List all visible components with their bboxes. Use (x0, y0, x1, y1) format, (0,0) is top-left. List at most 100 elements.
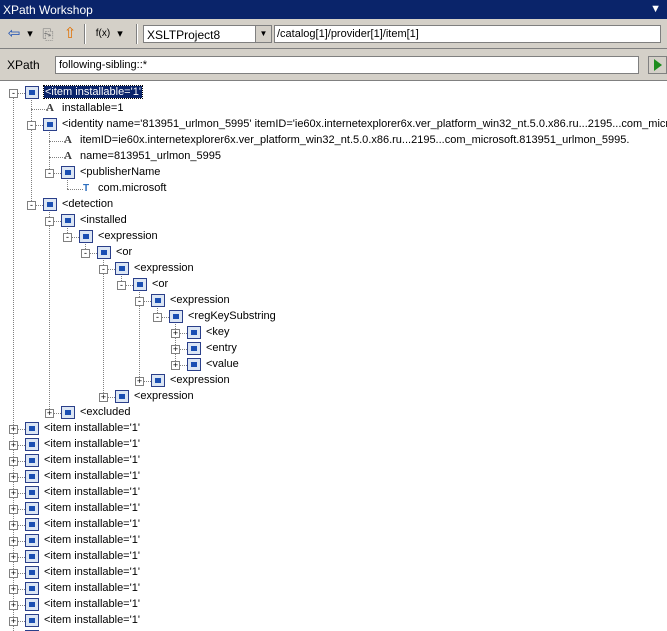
element-icon (151, 374, 165, 387)
tree-node[interactable]: - <identity name='813951_urlmon_5995' ite… (0, 117, 667, 133)
expand-icon[interactable]: + (99, 393, 108, 402)
expand-icon[interactable]: + (9, 553, 18, 562)
tree-node[interactable]: - <or (0, 245, 667, 261)
xpath-label: XPath (7, 58, 40, 72)
element-icon (187, 358, 201, 371)
tree-node[interactable]: + <excluded (0, 405, 667, 421)
expand-icon[interactable]: + (9, 473, 18, 482)
tree-node[interactable]: + <key (0, 325, 667, 341)
back-icon[interactable]: ⇦ (3, 25, 25, 43)
tree-node[interactable]: Tcom.microsoft (0, 181, 667, 197)
expand-icon[interactable]: + (9, 521, 18, 530)
tree-node[interactable]: - <expression (0, 229, 667, 245)
project-select[interactable]: XSLTProject8 ▼ (143, 25, 272, 43)
expand-icon[interactable]: + (9, 537, 18, 546)
expand-icon[interactable]: + (171, 329, 180, 338)
tree-node[interactable]: - <publisherName (0, 165, 667, 181)
collapse-icon[interactable]: - (9, 89, 18, 98)
expand-icon[interactable]: + (9, 601, 18, 610)
pin-icon[interactable]: ▼ (650, 3, 661, 15)
collapse-icon[interactable]: - (45, 217, 54, 226)
tree-node-label: <expression (134, 390, 194, 402)
tree-node[interactable]: + <expression (0, 373, 667, 389)
collapse-icon[interactable]: - (27, 121, 36, 130)
tree-node-label: <item installable='1' (44, 598, 140, 610)
collapse-icon[interactable]: - (117, 281, 126, 290)
tree-node-label: <or (116, 246, 133, 258)
collapse-icon[interactable]: - (27, 201, 36, 210)
tree-node-label: itemID=ie60x.internetexplorer6x.ver_plat… (80, 134, 630, 146)
up-icon[interactable]: ⇧ (60, 25, 80, 43)
tree-node[interactable]: + <item installable='1' (0, 613, 667, 629)
tree-node[interactable]: - <installed (0, 213, 667, 229)
tree-node[interactable]: + <item installable='1' (0, 549, 667, 565)
tree-node-label: <item installable='1' (44, 534, 140, 546)
tree-node[interactable]: + <item installable='1' (0, 501, 667, 517)
tree-node[interactable]: + <item installable='1' (0, 453, 667, 469)
tree-node[interactable]: + <item installable='1' (0, 565, 667, 581)
tree-node[interactable]: - <item installable='1' (0, 85, 667, 101)
dropdown-icon[interactable]: ▾ (25, 25, 35, 43)
expand-icon[interactable]: + (9, 585, 18, 594)
window-title: XPath Workshop (3, 3, 93, 17)
function-button[interactable]: f(x) (92, 25, 114, 43)
collapse-icon[interactable]: - (135, 297, 144, 306)
expand-icon[interactable]: + (9, 569, 18, 578)
tree-node-label: <item installable='1' (44, 486, 140, 498)
element-icon (43, 118, 57, 131)
expand-icon[interactable]: + (9, 457, 18, 466)
tree-node[interactable]: + <item installable='1' (0, 517, 667, 533)
tree-node-label: <item installable='1' (44, 582, 140, 594)
expand-icon[interactable]: + (171, 361, 180, 370)
collapse-icon[interactable]: - (99, 265, 108, 274)
tree-node-label: <item installable='1' (44, 422, 140, 434)
tree-node[interactable]: + <item installable='1' (0, 437, 667, 453)
collapse-icon[interactable]: - (45, 169, 54, 178)
tree-node-label: <publisherName (80, 166, 161, 178)
tree-node[interactable]: Ainstallable=1 (0, 101, 667, 117)
tree-node[interactable]: - <detection (0, 197, 667, 213)
tree-node-label: <entry (206, 342, 237, 354)
tree-node[interactable]: + <item installable='1' (0, 597, 667, 613)
chevron-down-icon[interactable]: ▼ (255, 26, 271, 42)
tree-node[interactable]: + <item installable='1' (0, 581, 667, 597)
element-icon (25, 566, 39, 579)
tree-node[interactable]: + <expression (0, 389, 667, 405)
tree-node[interactable]: + <entry (0, 341, 667, 357)
collapse-icon[interactable]: - (81, 249, 90, 258)
element-icon (61, 166, 75, 179)
tree-node[interactable]: + <item installable='1' (0, 469, 667, 485)
element-icon (115, 390, 129, 403)
project-select-value: XSLTProject8 (147, 28, 221, 42)
expand-icon[interactable]: + (9, 441, 18, 450)
tree-node[interactable]: + <value (0, 357, 667, 373)
expand-icon[interactable]: + (9, 505, 18, 514)
xpath-input[interactable] (55, 56, 639, 74)
collapse-icon[interactable]: - (153, 313, 162, 322)
element-icon (25, 614, 39, 627)
tree-node[interactable]: + <item installable='1' (0, 485, 667, 501)
copy-icon[interactable]: ⎘ (37, 25, 59, 43)
tree-node[interactable]: - <expression (0, 261, 667, 277)
expand-icon[interactable]: + (45, 409, 54, 418)
expand-icon[interactable]: + (9, 489, 18, 498)
tree-node-label: <item installable='1' (44, 470, 140, 482)
expand-icon[interactable]: + (9, 425, 18, 434)
run-button[interactable] (648, 56, 667, 74)
tree-node[interactable]: - <expression (0, 293, 667, 309)
expand-icon[interactable]: + (135, 377, 144, 386)
expand-icon[interactable]: + (9, 617, 18, 626)
expand-icon[interactable]: + (171, 345, 180, 354)
context-path-field[interactable]: /catalog[1]/provider[1]/item[1] (274, 25, 661, 43)
tree-node[interactable]: - <or (0, 277, 667, 293)
collapse-icon[interactable]: - (63, 233, 72, 242)
tree-node[interactable]: Aname=813951_urlmon_5995 (0, 149, 667, 165)
element-icon (187, 326, 201, 339)
tree-node[interactable]: AitemID=ie60x.internetexplorer6x.ver_pla… (0, 133, 667, 149)
tree-node[interactable]: + <item installable='1' (0, 421, 667, 437)
dropdown-icon[interactable]: ▾ (115, 25, 125, 43)
xml-tree[interactable]: - <item installable='1' Ainstallable=1 - <id… (0, 80, 667, 631)
tree-node[interactable]: + <item installable='1' (0, 533, 667, 549)
tree-node[interactable]: - <regKeySubstring (0, 309, 667, 325)
tree-node-label: <expression (98, 230, 158, 242)
